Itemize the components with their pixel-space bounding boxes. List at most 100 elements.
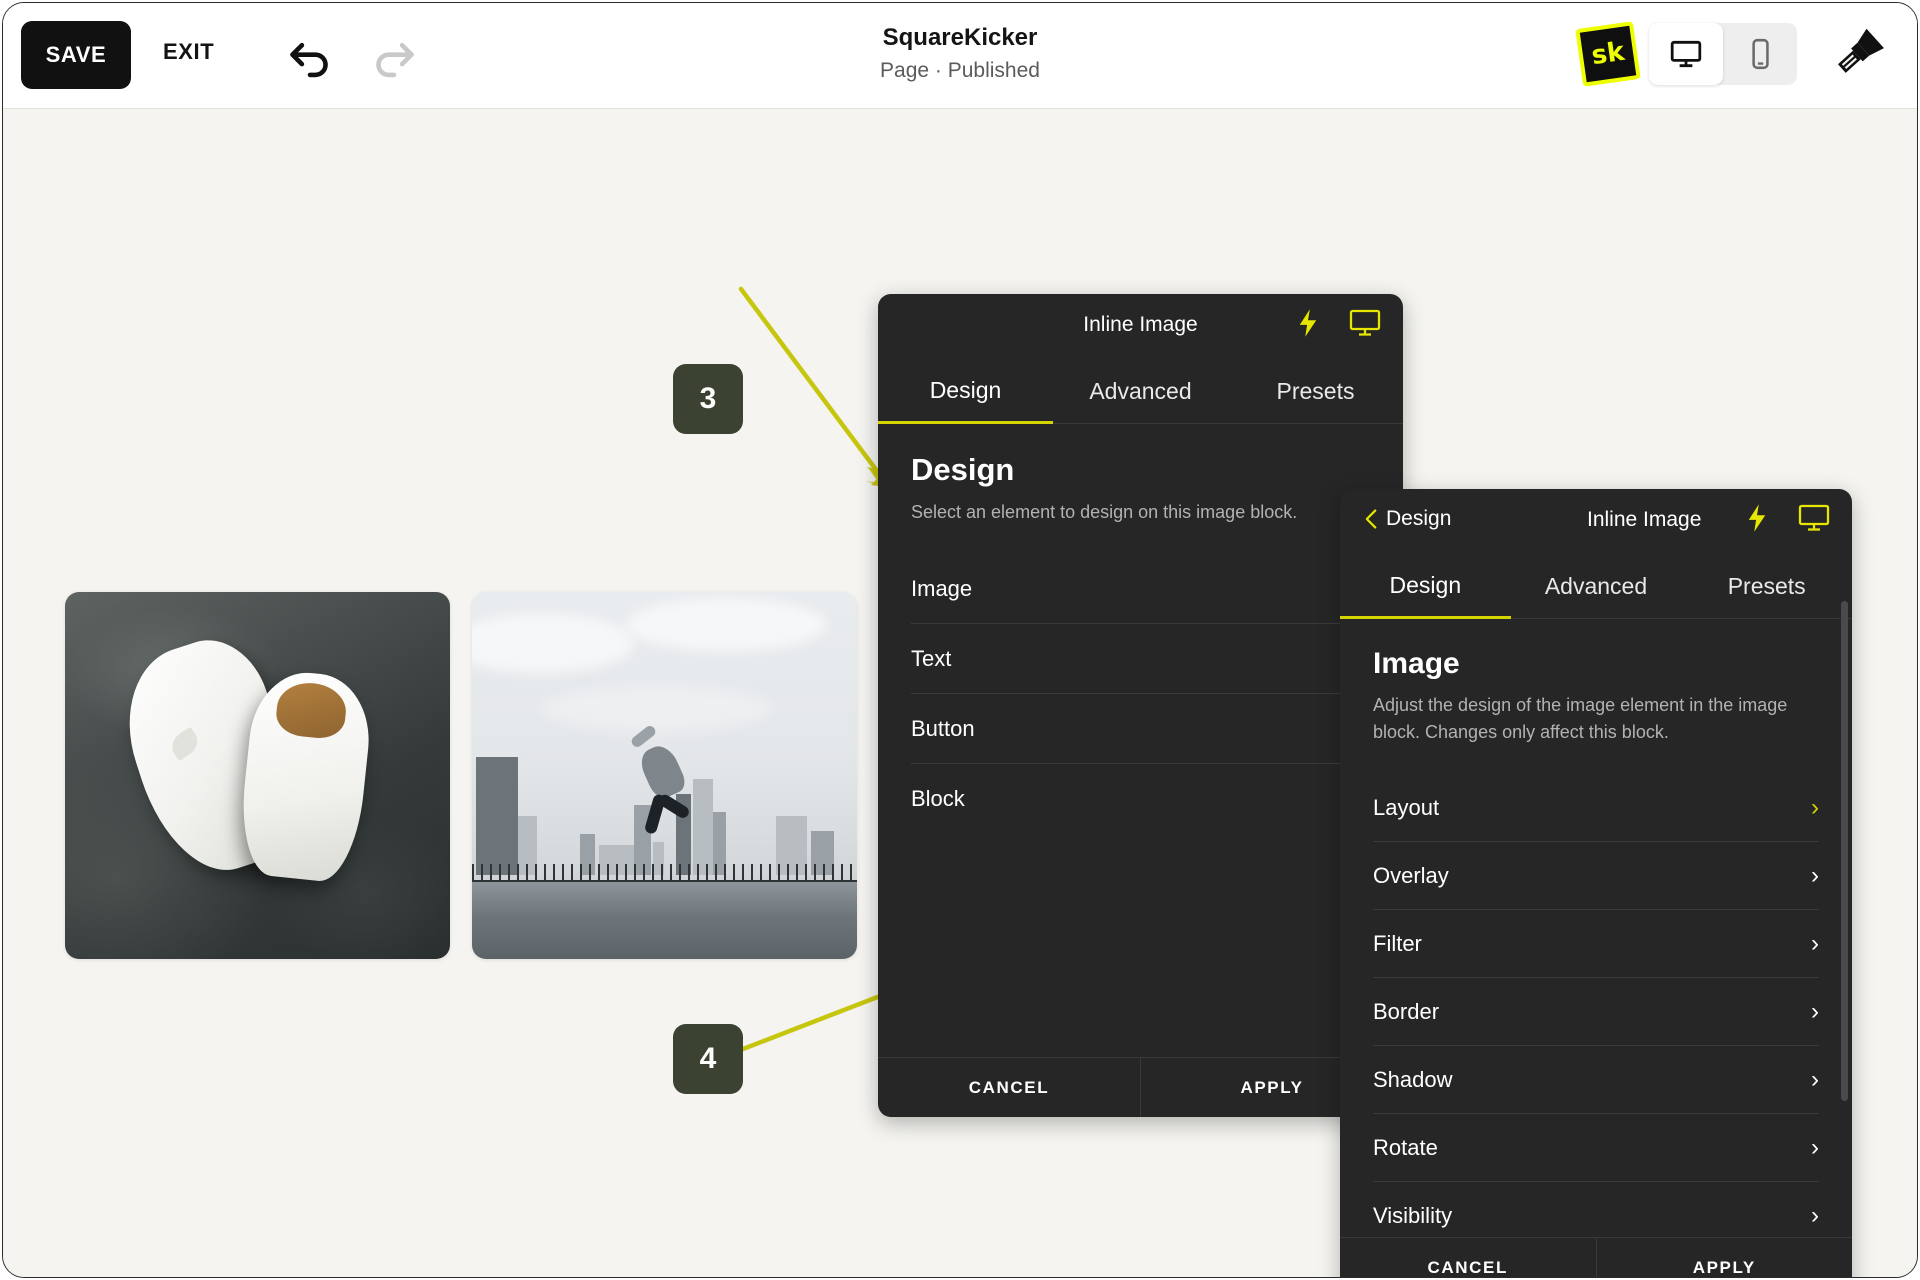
chevron-right-icon: › [1811, 861, 1819, 889]
image-panel-topbar-icons [1746, 503, 1830, 533]
image-property-list: Layout › Overlay › Filter › Border › Sha… [1340, 774, 1852, 1250]
tab-presets-label: Presets [1727, 573, 1806, 599]
cancel-button[interactable]: CANCEL [878, 1058, 1140, 1117]
chevron-right-icon: › [1811, 1065, 1819, 1093]
redo-arrow-icon [376, 42, 414, 78]
tab-presets[interactable]: Presets [1228, 360, 1403, 424]
save-button[interactable]: SAVE [21, 21, 131, 89]
app-header: SAVE EXIT SquareKicker Page · Published … [3, 3, 1917, 109]
device-mobile-button[interactable] [1723, 23, 1797, 85]
design-panel-topbar-icons [1297, 308, 1381, 338]
list-item-filter[interactable]: Filter › [1373, 910, 1819, 978]
step-badge-4: 4 [673, 1024, 743, 1094]
cancel-button-label: CANCEL [968, 1077, 1050, 1097]
mobile-phone-icon [1752, 38, 1769, 70]
list-item-shadow[interactable]: Shadow › [1373, 1046, 1819, 1114]
step-badge-3: 3 [673, 364, 743, 434]
list-item-rotate[interactable]: Rotate › [1373, 1114, 1819, 1182]
lightning-bolt-icon[interactable] [1297, 308, 1319, 338]
list-item-label: Image [911, 575, 973, 601]
editor-canvas: 3 4 Inline Image Design Advanced Presets… [3, 109, 1917, 1277]
image-panel-scrollbar[interactable] [1841, 601, 1848, 1237]
undo-arrow-icon [290, 42, 328, 78]
list-item-image[interactable]: Image [911, 554, 1370, 624]
cityscape-photo [472, 592, 857, 959]
exit-button-label: EXIT [163, 39, 215, 64]
list-item-label: Border [1373, 998, 1440, 1024]
building-shape [693, 779, 713, 875]
tab-design[interactable]: Design [878, 360, 1053, 424]
bridge-deck [472, 881, 857, 959]
image-block-sneakers[interactable] [65, 592, 450, 959]
design-section-head: Design Select an element to design on th… [878, 424, 1403, 526]
desktop-monitor-icon[interactable] [1349, 309, 1381, 337]
chevron-right-icon: › [1811, 997, 1819, 1025]
step-badge-number: 3 [699, 382, 717, 415]
tab-advanced-label: Advanced [1544, 573, 1648, 599]
lightning-bolt-icon[interactable] [1746, 503, 1768, 533]
step-badge-number: 4 [699, 1042, 717, 1075]
design-element-list: Image Text Button Block [878, 554, 1403, 834]
image-section-title: Image [1373, 647, 1460, 680]
chevron-right-icon: › [1811, 793, 1819, 821]
style-brush-button[interactable] [1829, 25, 1887, 83]
cancel-button[interactable]: CANCEL [1340, 1238, 1596, 1277]
chevron-right-icon: › [1811, 929, 1819, 957]
design-panel-tabs: Design Advanced Presets [878, 360, 1403, 424]
tab-advanced[interactable]: Advanced [1510, 555, 1682, 619]
list-item-overlay[interactable]: Overlay › [1373, 842, 1819, 910]
apply-button-label: APPLY [1240, 1077, 1304, 1097]
list-item-block[interactable]: Block [911, 764, 1370, 834]
image-block-cityscape[interactable] [472, 592, 857, 959]
tab-design[interactable]: Design [1340, 555, 1511, 619]
design-panel-body: Design Select an element to design on th… [878, 424, 1403, 834]
desktop-monitor-icon [1670, 40, 1702, 68]
apply-button[interactable]: APPLY [1595, 1238, 1853, 1277]
save-button-label: SAVE [45, 42, 107, 67]
list-item-label: Layout [1373, 794, 1440, 820]
list-item-text[interactable]: Text [911, 624, 1370, 694]
image-panel-footer: CANCEL APPLY [1340, 1237, 1853, 1277]
undo-button[interactable] [281, 29, 339, 83]
building-shape [475, 757, 519, 875]
apply-button-label: APPLY [1692, 1257, 1756, 1277]
list-item-layout[interactable]: Layout › [1373, 774, 1819, 842]
design-panel-topbar: Inline Image [878, 294, 1403, 360]
cloud-shape [472, 614, 634, 673]
list-item-label: Overlay [1373, 862, 1449, 888]
image-panel-scrollbar-thumb[interactable] [1841, 601, 1848, 1101]
list-item-label: Text [911, 645, 952, 671]
list-item-border[interactable]: Border › [1373, 978, 1819, 1046]
chevron-left-icon [1365, 509, 1377, 529]
list-item-label: Block [911, 786, 965, 811]
image-panel-topbar: Design Inline Image [1340, 489, 1852, 555]
tab-presets[interactable]: Presets [1681, 555, 1852, 619]
cloud-shape [626, 599, 827, 651]
list-item-label: Filter [1373, 930, 1422, 956]
tab-advanced[interactable]: Advanced [1053, 360, 1228, 424]
desktop-monitor-icon[interactable] [1798, 504, 1830, 532]
back-to-design-label: Design [1386, 507, 1452, 530]
image-section-head: Image Adjust the design of the image ele… [1340, 619, 1852, 746]
chevron-right-icon: › [1811, 1202, 1819, 1229]
image-panel-tabs: Design Advanced Presets [1340, 555, 1852, 619]
redo-button[interactable] [365, 29, 423, 83]
device-preview-toggle[interactable] [1649, 23, 1797, 85]
tab-design-label: Design [929, 377, 1002, 403]
bridge-railing [472, 863, 857, 882]
cloud-shape [541, 687, 773, 732]
design-panel-footer: CANCEL APPLY [878, 1057, 1403, 1117]
device-desktop-button[interactable] [1649, 23, 1723, 85]
list-item-button[interactable]: Button [911, 694, 1370, 764]
image-panel-body: Image Adjust the design of the image ele… [1340, 619, 1852, 1250]
tab-advanced-label: Advanced [1089, 378, 1192, 404]
sneaker-swoosh [166, 727, 203, 762]
squarekicker-logo-text: sk [1589, 36, 1627, 72]
back-to-design-button[interactable]: Design [1364, 507, 1451, 531]
exit-button[interactable]: EXIT [163, 39, 214, 65]
squarekicker-logo[interactable]: sk [1575, 21, 1641, 87]
image-design-panel: Design Inline Image Design Advanced Pres… [1340, 489, 1853, 1277]
design-section-title: Design [911, 452, 1015, 487]
list-item-label: Rotate [1373, 1134, 1438, 1160]
design-panel: Inline Image Design Advanced Presets Des… [878, 294, 1403, 1117]
